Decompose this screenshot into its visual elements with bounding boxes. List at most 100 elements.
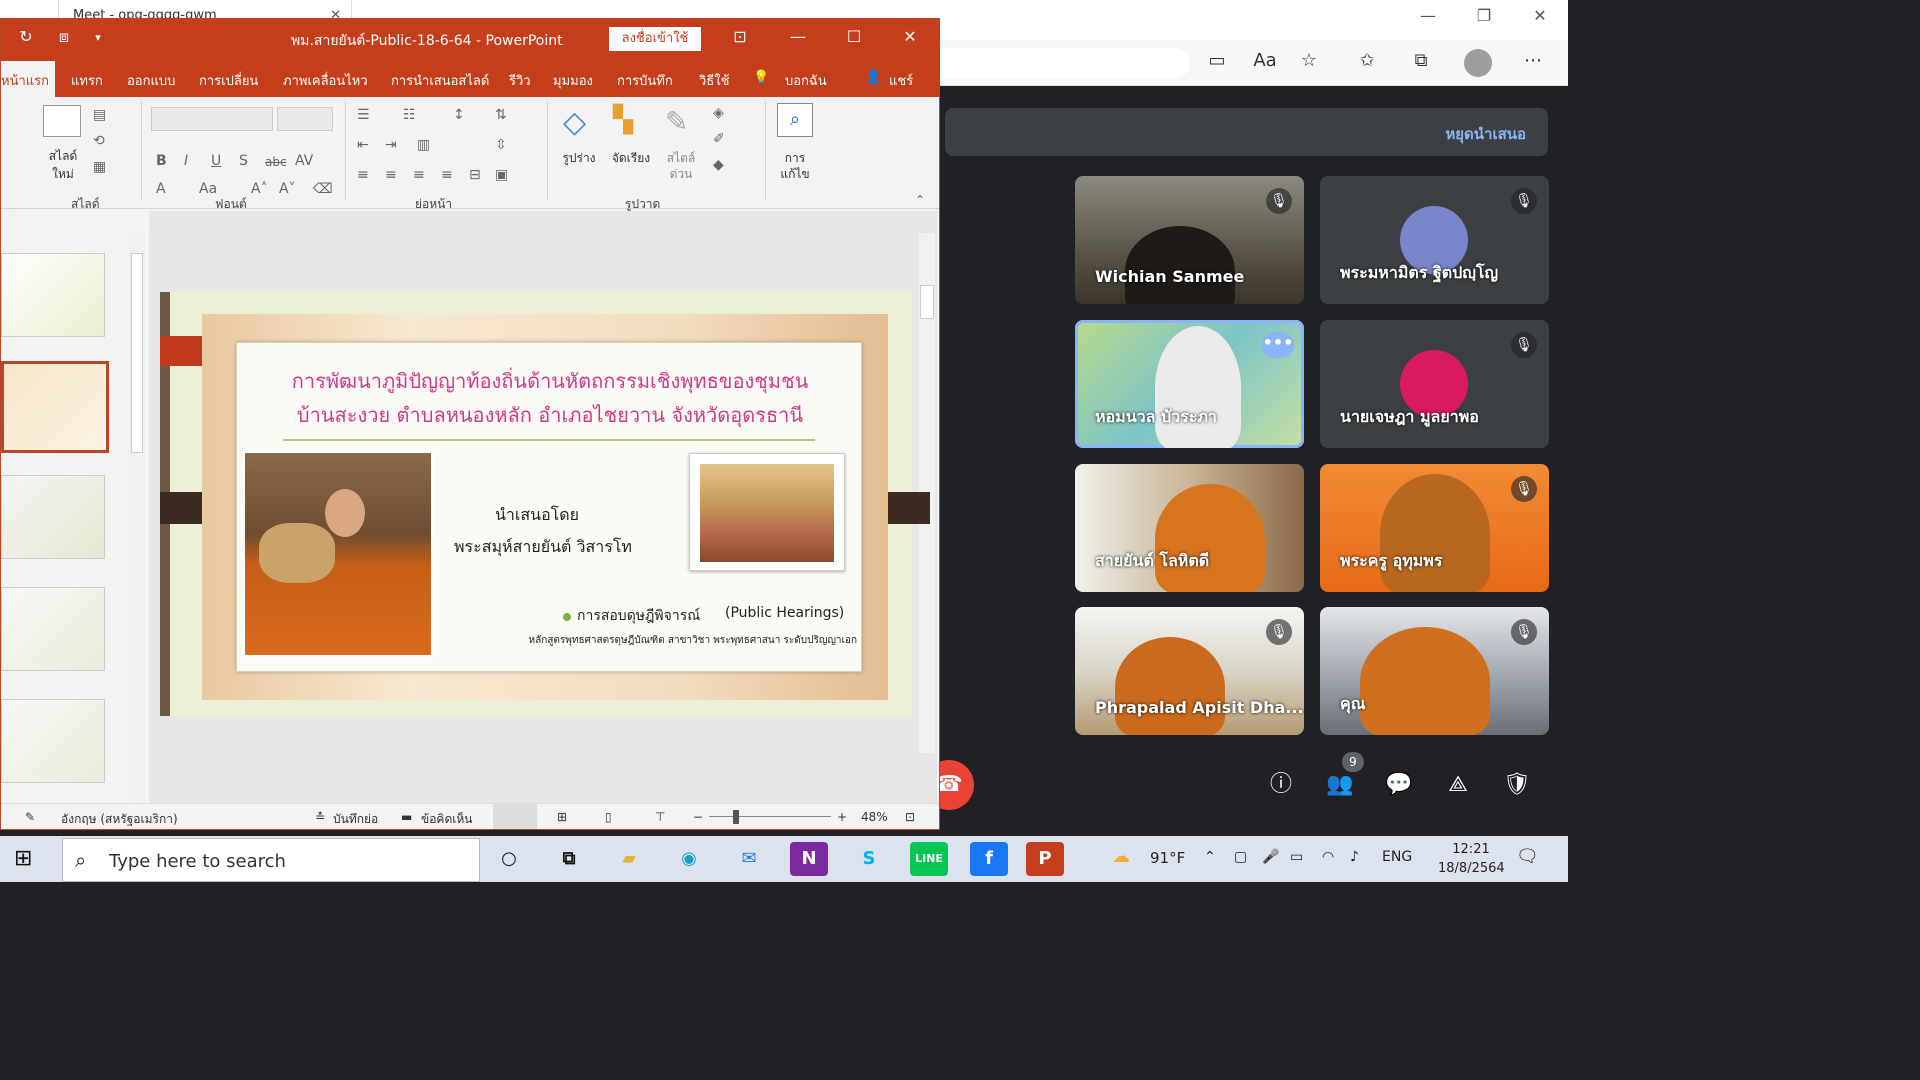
more-icon[interactable]: ⋯: [1518, 50, 1548, 71]
tab-help[interactable]: วิธีใช้: [699, 70, 729, 91]
read-aloud-icon[interactable]: Aa: [1250, 50, 1280, 71]
zoom-out-icon[interactable]: −: [693, 810, 703, 824]
add-favorite-icon[interactable]: ☆: [1294, 50, 1324, 71]
ppt-close-button[interactable]: ✕: [895, 27, 925, 46]
shapes-label[interactable]: รูปร่าง: [559, 149, 599, 168]
minimize-button[interactable]: —: [1408, 6, 1448, 25]
shrink-font-icon[interactable]: A˅: [279, 181, 296, 197]
ribbon-display-icon[interactable]: ⊡: [725, 27, 755, 46]
temperature[interactable]: 91°F: [1150, 849, 1185, 867]
slide-sorter-icon[interactable]: ⊞: [557, 810, 567, 824]
edge-icon[interactable]: ◉: [670, 842, 708, 876]
participant-tile[interactable]: สายยันต์ โลหิตดี: [1075, 464, 1304, 592]
participant-tile[interactable]: 🎙 นายเจษฎา มูลยาพอ: [1320, 320, 1549, 448]
tab-recording[interactable]: การบันทึก: [617, 70, 673, 91]
font-color-icon[interactable]: A: [156, 181, 166, 197]
zoom-slider[interactable]: [709, 816, 831, 817]
volume-icon[interactable]: ♪: [1350, 849, 1359, 865]
file-explorer-icon[interactable]: ▰: [610, 842, 648, 876]
slide-thumbnail-selected[interactable]: [1, 361, 109, 453]
activities-icon[interactable]: ⟁: [1441, 768, 1475, 802]
scroll-thumb[interactable]: [920, 285, 934, 319]
collapse-ribbon-icon[interactable]: ⌃: [915, 193, 925, 207]
char-spacing-icon[interactable]: AV: [295, 153, 313, 169]
line-icon[interactable]: LINE: [910, 842, 948, 876]
windows-start-icon[interactable]: ⊞: [14, 846, 32, 871]
shape-effects-icon[interactable]: ◆: [713, 157, 724, 173]
align-text-icon[interactable]: ⇳: [495, 137, 507, 153]
underline-icon[interactable]: U: [211, 153, 221, 169]
align-left-icon[interactable]: ≡: [357, 167, 369, 183]
tab-transitions[interactable]: การเปลี่ยน: [199, 70, 258, 91]
layout-icon[interactable]: ▤: [93, 107, 106, 123]
camera-icon[interactable]: ▭: [1202, 50, 1232, 71]
people-icon[interactable]: 👥: [1323, 768, 1357, 802]
increase-indent-icon[interactable]: ⇥: [385, 137, 397, 153]
host-controls-icon[interactable]: 🛡: [1500, 768, 1534, 802]
grow-font-icon[interactable]: A˄: [251, 181, 268, 197]
cortana-icon[interactable]: ○: [490, 842, 528, 876]
address-bar[interactable]: [940, 48, 1190, 78]
new-slide-label-2[interactable]: ใหม่: [41, 165, 85, 184]
microphone-icon[interactable]: 🎤: [1262, 849, 1279, 865]
italic-icon[interactable]: I: [184, 153, 188, 169]
ppt-maximize-button[interactable]: ☐: [839, 27, 869, 46]
tab-tell-me[interactable]: บอกฉัน: [785, 70, 827, 91]
font-size-box[interactable]: [277, 107, 333, 131]
scroll-thumb[interactable]: [131, 253, 143, 453]
show-hidden-icon[interactable]: ⌃: [1204, 849, 1216, 865]
find-icon[interactable]: ⌕: [777, 103, 813, 137]
input-language[interactable]: ENG: [1382, 849, 1412, 865]
zoom-level[interactable]: 48%: [861, 810, 888, 824]
ppt-minimize-button[interactable]: —: [783, 27, 813, 46]
new-slide-label-1[interactable]: สไลด์: [41, 147, 85, 166]
slide-thumbnail[interactable]: [1, 475, 105, 559]
comments-button[interactable]: ข้อคิดเห็น: [421, 810, 472, 829]
spelling-icon[interactable]: ✎: [25, 810, 35, 824]
section-icon[interactable]: ▦: [93, 159, 106, 175]
slide-thumbnail[interactable]: [1, 699, 105, 783]
fit-slide-icon[interactable]: ⊡: [905, 810, 915, 824]
shadow-icon[interactable]: S: [239, 153, 248, 169]
restore-button[interactable]: ❐: [1464, 6, 1504, 25]
quick-styles-icon[interactable]: ✎: [665, 105, 688, 138]
justify-icon[interactable]: ≡: [441, 167, 453, 183]
task-view-icon[interactable]: ⧉: [550, 842, 588, 876]
notifications-icon[interactable]: 🗨: [1516, 846, 1539, 867]
bold-icon[interactable]: B: [156, 153, 167, 169]
wifi-icon[interactable]: ◠: [1322, 849, 1334, 865]
shapes-icon[interactable]: ◇: [563, 105, 586, 140]
text-direction-icon[interactable]: ⇅: [495, 107, 507, 123]
chat-icon[interactable]: 💬: [1382, 768, 1416, 802]
tab-animations[interactable]: ภาพเคลื่อนไหว: [283, 70, 368, 91]
participant-tile[interactable]: 🎙 พระมหามิตร ฐิตปญฺโญ: [1320, 176, 1549, 304]
tab-view[interactable]: มุมมอง: [553, 70, 593, 91]
participant-tile[interactable]: 🎙 Phrapalad Apisit Dha...: [1075, 607, 1304, 735]
shape-outline-icon[interactable]: ✐: [713, 131, 725, 147]
decrease-indent-icon[interactable]: ⇤: [357, 137, 369, 153]
info-icon[interactable]: ⓘ: [1264, 768, 1298, 802]
tab-review[interactable]: รีวิว: [509, 70, 531, 91]
editing-label-2[interactable]: แก้ไข: [773, 165, 817, 184]
tab-home[interactable]: หน้าแรก: [1, 61, 55, 97]
tab-design[interactable]: ออกแบบ: [127, 70, 175, 91]
reset-icon[interactable]: ⟲: [93, 133, 105, 149]
numbering-icon[interactable]: ☷: [403, 107, 416, 123]
facebook-icon[interactable]: f: [970, 842, 1008, 876]
quick-styles-label-2[interactable]: ด่วน: [661, 165, 701, 184]
align-center-icon[interactable]: ≡: [385, 167, 397, 183]
new-slide-icon[interactable]: [43, 105, 81, 137]
redo-icon[interactable]: ↻: [11, 27, 41, 46]
slide-thumbnail[interactable]: [1, 587, 105, 671]
battery-icon[interactable]: ▭: [1290, 849, 1303, 865]
columns-icon[interactable]: ▥: [417, 137, 430, 153]
thumbnail-scrollbar[interactable]: [129, 231, 145, 803]
customize-toolbar-icon[interactable]: ▾: [83, 31, 113, 44]
language-status[interactable]: อังกฤษ (สหรัฐอเมริกา): [61, 810, 178, 829]
slide-thumbnail[interactable]: [1, 253, 105, 337]
bullets-icon[interactable]: ☰: [357, 107, 370, 123]
line-spacing-icon[interactable]: ↕: [453, 107, 465, 123]
tab-share[interactable]: แชร์: [889, 70, 913, 91]
reading-view-icon[interactable]: ▯: [605, 810, 612, 824]
more-options-icon[interactable]: •••: [1262, 332, 1294, 358]
